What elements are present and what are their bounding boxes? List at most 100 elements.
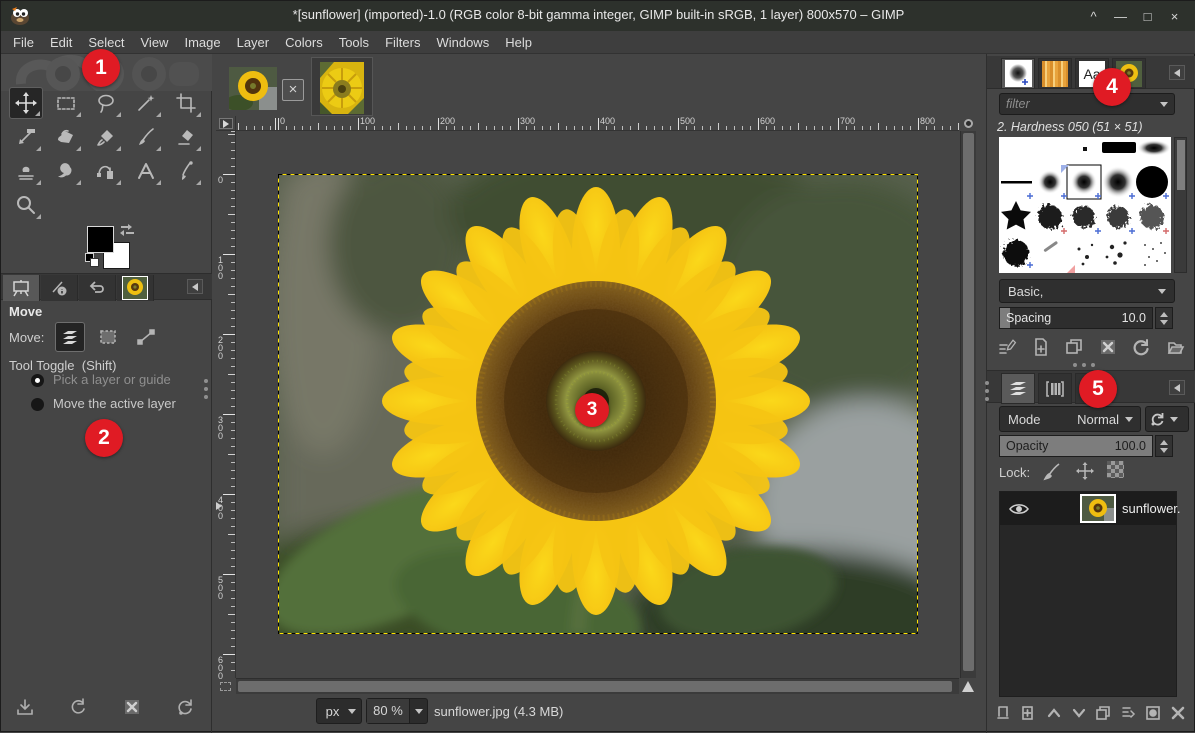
move-path-button[interactable]	[131, 322, 161, 352]
left-dock-collapse-button[interactable]	[187, 279, 203, 294]
tool-paths[interactable]	[89, 155, 123, 187]
move-selection-button[interactable]	[93, 322, 123, 352]
tool-ink-pen[interactable]	[169, 155, 203, 187]
spacing-spinner[interactable]	[1155, 307, 1173, 329]
left-dock-resize-handle[interactable]	[204, 379, 208, 399]
brush-grid-scrollbar[interactable]	[1174, 137, 1187, 273]
zoom-dropdown[interactable]: 80 %	[366, 698, 428, 724]
spin-down-icon[interactable]	[1160, 448, 1168, 453]
layer-list[interactable]: sunflower.	[999, 491, 1177, 697]
tool-eraser[interactable]	[169, 121, 203, 153]
menu-windows[interactable]: Windows	[428, 33, 497, 52]
image-tab-sunflower[interactable]	[229, 67, 277, 110]
tool-move[interactable]	[9, 87, 43, 119]
opacity-slider[interactable]: Opacity 100.0	[999, 435, 1153, 457]
ruler-corner-button[interactable]	[216, 116, 236, 131]
swap-colors-icon[interactable]	[118, 222, 134, 238]
tab-channels[interactable]	[1038, 373, 1072, 404]
spin-down-icon[interactable]	[1160, 320, 1168, 325]
vertical-ruler[interactable]: 0 100 200 300 400 500 600	[216, 131, 236, 678]
new-layer-icon[interactable]	[995, 704, 1013, 722]
spacing-slider[interactable]: Spacing 10.0	[999, 307, 1153, 329]
horizontal-ruler[interactable]: 0 100 200 300 400 500 600 700 800	[236, 116, 959, 131]
spin-up-icon[interactable]	[1160, 440, 1168, 445]
close-button[interactable]: ×	[1161, 9, 1188, 24]
brush-grid-scrollbar-thumb[interactable]	[1177, 140, 1185, 190]
delete-layer-icon[interactable]	[1169, 704, 1187, 722]
move-layer-button[interactable]	[55, 322, 85, 352]
foreground-color-swatch[interactable]	[87, 226, 114, 253]
horizontal-scrollbar[interactable]	[236, 678, 959, 694]
menu-view[interactable]: View	[133, 33, 177, 52]
tool-text[interactable]	[129, 155, 163, 187]
minimize-button[interactable]: —	[1107, 9, 1134, 24]
menu-edit[interactable]: Edit	[42, 33, 80, 52]
raise-layer-icon[interactable]	[1045, 704, 1063, 722]
brush-group-dropdown[interactable]: Basic,	[999, 279, 1175, 303]
vertical-scrollbar[interactable]	[960, 131, 976, 678]
menu-tools[interactable]: Tools	[331, 33, 377, 52]
lock-position-icon[interactable]	[1075, 461, 1095, 481]
opacity-spinner[interactable]	[1155, 435, 1173, 457]
restore-preset-icon[interactable]	[68, 697, 88, 717]
open-brush-icon[interactable]	[1165, 337, 1185, 357]
tab-device-status[interactable]	[41, 275, 78, 301]
tab-undo-history[interactable]	[79, 275, 116, 301]
tool-zoom[interactable]	[9, 189, 43, 221]
menu-layer[interactable]: Layer	[229, 33, 278, 52]
lock-alpha-icon[interactable]	[1107, 461, 1124, 478]
edit-brush-icon[interactable]	[997, 337, 1017, 357]
tool-smudge[interactable]	[49, 155, 83, 187]
tab-layers[interactable]	[1001, 373, 1035, 404]
brush-filter-input[interactable]	[1000, 97, 1160, 111]
brushes-collapse-button[interactable]	[1169, 65, 1185, 80]
quick-mask-button[interactable]	[216, 679, 234, 694]
layer-mode-dropdown[interactable]: Mode Normal	[999, 406, 1141, 432]
right-dock-resize-handle[interactable]	[985, 381, 989, 401]
tab-patterns[interactable]	[1038, 58, 1072, 89]
radio-pick-layer[interactable]	[31, 374, 44, 387]
tool-gradient[interactable]	[89, 121, 123, 153]
layer-thumbnail[interactable]	[1080, 494, 1116, 523]
spin-up-icon[interactable]	[1160, 312, 1168, 317]
menu-file[interactable]: File	[5, 33, 42, 52]
maximize-button[interactable]: □	[1134, 9, 1161, 24]
tab-tool-options[interactable]	[3, 275, 40, 301]
menu-help[interactable]: Help	[497, 33, 540, 52]
tab-brushes[interactable]	[1001, 58, 1035, 89]
new-brush-icon[interactable]	[1031, 337, 1051, 357]
lock-pixels-icon[interactable]	[1042, 461, 1062, 481]
duplicate-brush-icon[interactable]	[1064, 337, 1084, 357]
tool-fuzzy-select[interactable]	[129, 87, 163, 119]
delete-preset-icon[interactable]	[122, 697, 142, 717]
shade-button[interactable]: ^	[1080, 9, 1107, 24]
add-mask-icon[interactable]	[1144, 704, 1162, 722]
layers-collapse-button[interactable]	[1169, 380, 1185, 395]
save-preset-icon[interactable]	[15, 697, 35, 717]
menu-select[interactable]: Select	[80, 33, 132, 52]
default-colors-icon[interactable]	[85, 253, 98, 266]
menu-filters[interactable]: Filters	[377, 33, 428, 52]
tool-alignment[interactable]	[9, 121, 43, 153]
image-tab-flower2[interactable]	[311, 57, 373, 116]
brushes-panel-handle[interactable]	[1073, 363, 1095, 367]
tool-clone[interactable]	[9, 155, 43, 187]
lower-layer-icon[interactable]	[1070, 704, 1088, 722]
refresh-brushes-icon[interactable]	[1131, 337, 1151, 357]
merge-down-icon[interactable]	[1119, 704, 1137, 722]
tool-paintbrush[interactable]	[129, 121, 163, 153]
radio-move-active[interactable]	[31, 398, 44, 411]
vertical-scrollbar-thumb[interactable]	[963, 133, 974, 671]
brush-filter-box[interactable]	[999, 93, 1175, 115]
close-image-button[interactable]: ×	[282, 79, 304, 101]
reset-tool-icon[interactable]	[175, 697, 195, 717]
menu-image[interactable]: Image	[176, 33, 228, 52]
tool-bucket-fill[interactable]	[49, 121, 83, 153]
tab-images[interactable]	[117, 275, 154, 301]
tool-rectangle-select[interactable]	[49, 87, 83, 119]
delete-brush-icon[interactable]	[1098, 337, 1118, 357]
unit-dropdown[interactable]: px	[316, 698, 362, 724]
zoom-follow-window-button[interactable]	[961, 117, 975, 130]
navigation-button[interactable]	[960, 678, 976, 694]
layer-visible-icon[interactable]	[1008, 501, 1030, 517]
